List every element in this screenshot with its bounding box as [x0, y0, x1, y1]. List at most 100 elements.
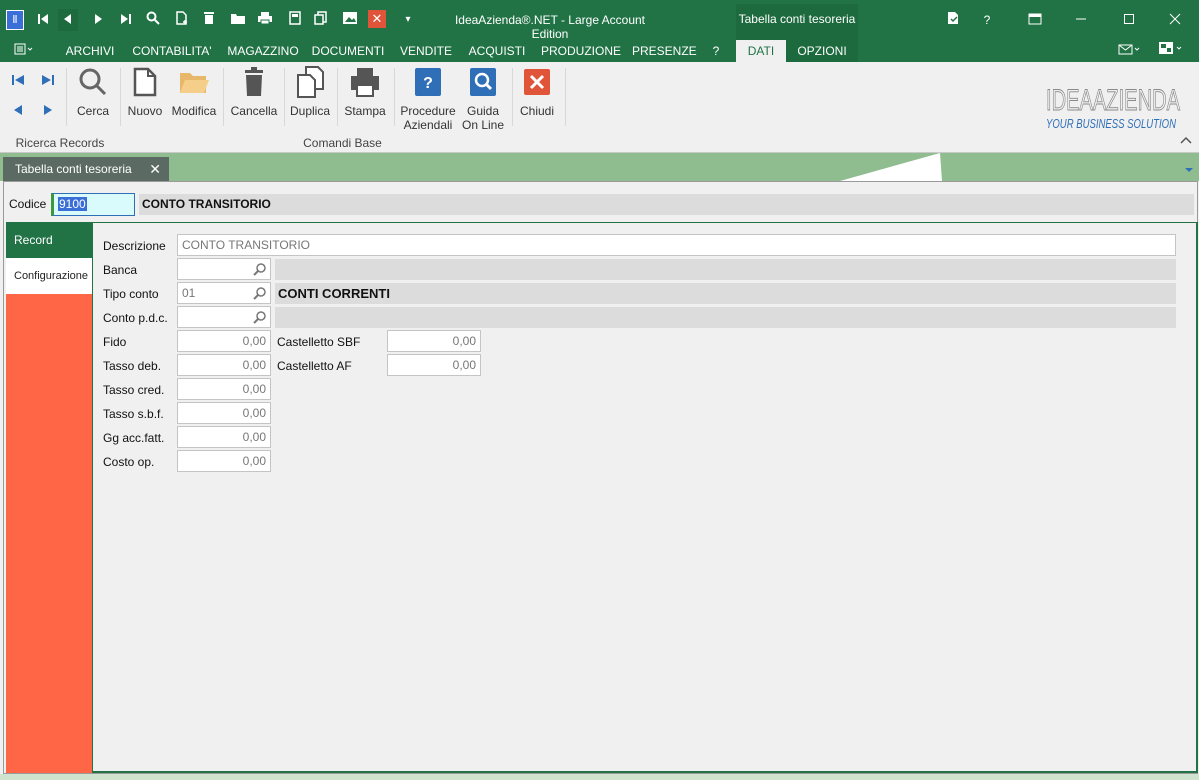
cancella-button[interactable]: Cancella — [228, 66, 280, 118]
duplica-button[interactable]: Duplica — [288, 66, 332, 118]
collapse-ribbon-icon[interactable] — [1180, 134, 1192, 148]
procedure-aziendali-button[interactable]: ? Procedure Aziendali — [398, 66, 458, 132]
tab-configurazione[interactable]: Configurazione — [6, 258, 92, 294]
logo-title-text: IDEAAZIENDA — [1046, 84, 1180, 117]
conto-pdc-input[interactable] — [177, 306, 271, 328]
chiudi-label: Chiudi — [519, 104, 555, 118]
chiudi-button[interactable]: Chiudi — [516, 66, 558, 118]
castelletto-sbf-input[interactable]: 0,00 — [387, 330, 481, 352]
menu-contabilita[interactable]: CONTABILITA' — [130, 40, 214, 62]
print-icon[interactable] — [255, 9, 275, 31]
side-tab-bar: Record Configurazione — [6, 222, 92, 773]
logo-subtitle-text: YOUR BUSINESS SOLUTION — [1046, 116, 1176, 131]
close-window-icon[interactable] — [1160, 8, 1190, 32]
nuovo-label: Nuovo — [127, 104, 163, 118]
group-ricerca-records: Ricerca Records — [15, 136, 105, 150]
next-record-icon[interactable] — [88, 9, 108, 31]
close-red-icon[interactable]: ✕ — [368, 10, 386, 28]
castelletto-af-input[interactable]: 0,00 — [387, 354, 481, 376]
help-button[interactable]: ? — [972, 8, 1002, 32]
svg-text:?: ? — [423, 75, 433, 92]
folder-icon[interactable] — [228, 9, 248, 31]
layout-icon[interactable] — [1154, 40, 1188, 62]
banca-description — [275, 259, 1176, 280]
minimize-icon[interactable] — [1066, 8, 1096, 32]
cerca-label: Cerca — [76, 104, 109, 118]
restore-ribbon-icon[interactable] — [1020, 8, 1050, 32]
ideaazienda-logo: IDEAAZIENDA YOUR BUSINESS SOLUTION — [1044, 76, 1184, 132]
menu-opzioni[interactable]: OPZIONI — [786, 40, 858, 62]
tasso-sbf-input[interactable]: 0,00 — [177, 402, 271, 424]
title-bar: Ⅱ ✕ ▾ IdeaAzienda®.NET - Large Account E… — [0, 0, 1199, 41]
codice-label: Codice — [9, 197, 47, 211]
last-record-icon[interactable] — [116, 9, 136, 31]
document-tab-close-icon[interactable]: ✕ — [149, 157, 161, 181]
menu-produzione[interactable]: PRODUZIONE — [538, 40, 624, 62]
banca-input[interactable] — [177, 258, 271, 280]
image-icon[interactable] — [340, 9, 360, 31]
menu-dati[interactable]: DATI — [736, 40, 786, 62]
gg-acc-fatt-input[interactable]: 0,00 — [177, 426, 271, 448]
stampa-label: Stampa — [344, 104, 386, 118]
maximize-icon[interactable] — [1114, 8, 1144, 32]
first-record-icon[interactable] — [33, 9, 53, 31]
fido-input[interactable]: 0,00 — [177, 330, 271, 352]
costo-op-input[interactable]: 0,00 — [177, 450, 271, 472]
codice-input[interactable]: 9100 — [51, 193, 135, 216]
menu-help[interactable]: ? — [704, 40, 728, 62]
conto-pdc-lookup-icon[interactable] — [253, 310, 267, 324]
record-panel: Descrizione CONTO TRANSITORIO Banca Tipo… — [92, 222, 1198, 773]
castelletto-af-label: Castelletto AF — [277, 359, 352, 373]
nuovo-button[interactable]: Nuovo — [125, 66, 165, 118]
menu-acquisti[interactable]: ACQUISTI — [464, 40, 530, 62]
app-title: IdeaAzienda®.NET - Large Account Edition — [454, 13, 646, 41]
modifica-button[interactable]: Modifica — [171, 66, 217, 118]
guida-label-2: On Line — [461, 118, 505, 132]
tasso-cred-input[interactable]: 0,00 — [177, 378, 271, 400]
conto-pdc-label: Conto p.d.c. — [103, 311, 168, 325]
copy-icon[interactable] — [311, 9, 331, 31]
menu-presenze[interactable]: PRESENZE — [632, 40, 697, 62]
menu-archivi[interactable]: ARCHIVI — [60, 40, 120, 62]
app-logo-icon[interactable]: Ⅱ — [6, 10, 24, 30]
menu-magazzino[interactable]: MAGAZZINO — [224, 40, 302, 62]
form-container: Codice 9100 CONTO TRANSITORIO Record Con… — [3, 181, 1198, 774]
tipo-conto-lookup-icon[interactable] — [253, 286, 267, 300]
delete-icon[interactable] — [199, 9, 219, 31]
calculator-icon[interactable] — [285, 9, 305, 31]
tasso-cred-label: Tasso cred. — [103, 383, 165, 397]
banca-lookup-icon[interactable] — [253, 262, 267, 276]
help-book-icon: ? — [415, 68, 441, 96]
dropdown-arrow-icon[interactable]: ▾ — [398, 9, 418, 31]
tab-list-dropdown-icon[interactable] — [1184, 163, 1194, 177]
new-doc-icon[interactable] — [172, 9, 192, 31]
tasso-sbf-label: Tasso s.b.f. — [103, 407, 164, 421]
previous-record-icon[interactable] — [58, 9, 78, 31]
tabstrip-decoration — [840, 153, 942, 181]
stampa-button[interactable]: Stampa — [342, 66, 388, 118]
fido-label: Fido — [103, 335, 127, 349]
search-icon[interactable] — [143, 9, 163, 31]
codice-description: CONTO TRANSITORIO — [139, 194, 1194, 215]
menu-documenti[interactable]: DOCUMENTI — [310, 40, 386, 62]
tab-record[interactable]: Record — [6, 222, 92, 258]
tasso-deb-input[interactable]: 0,00 — [177, 354, 271, 376]
context-title: Tabella conti tesoreria — [736, 4, 858, 40]
document-tab-label: Tabella conti tesoreria — [15, 162, 132, 176]
guida-online-button[interactable]: Guida On Line — [460, 66, 506, 132]
ribbon-previous-record-icon[interactable] — [10, 102, 26, 121]
cerca-button[interactable]: Cerca — [72, 66, 114, 118]
document-tab[interactable]: Tabella conti tesoreria ✕ — [3, 157, 169, 181]
ribbon-first-record-icon[interactable] — [10, 72, 26, 91]
descrizione-input[interactable]: CONTO TRANSITORIO — [177, 234, 1176, 256]
document-icon[interactable] — [938, 8, 968, 32]
menu-vendite[interactable]: VENDITE — [396, 40, 456, 62]
ribbon-next-record-icon[interactable] — [40, 102, 56, 121]
ribbon-last-record-icon[interactable] — [40, 72, 56, 91]
mail-icon[interactable] — [1114, 40, 1144, 62]
cancella-label: Cancella — [230, 104, 278, 118]
tipo-conto-input[interactable]: 01 — [177, 282, 271, 304]
codice-value: 9100 — [58, 197, 87, 211]
conto-pdc-description — [275, 307, 1176, 328]
app-menu-icon[interactable] — [8, 40, 42, 62]
